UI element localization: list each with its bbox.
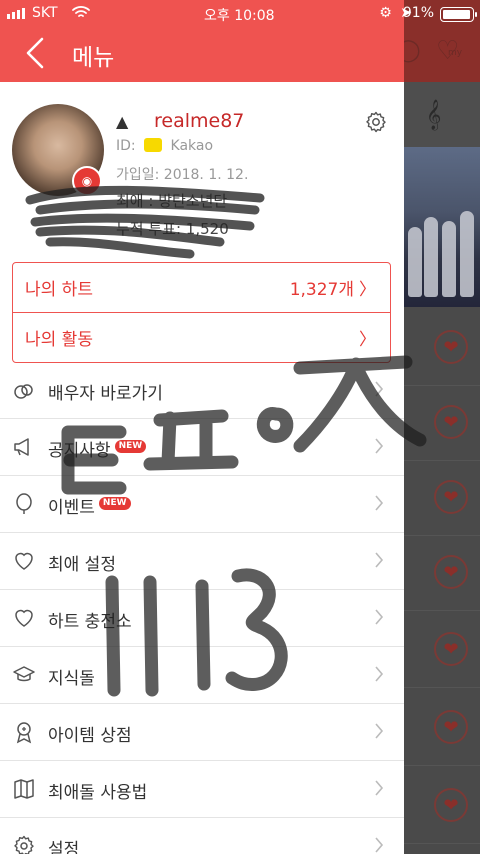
- chevron-right-icon: [375, 381, 384, 397]
- vote-heart-icon: ❤: [434, 710, 468, 744]
- chevron-right-icon: 〉: [359, 280, 376, 300]
- background-row: ❤: [404, 460, 480, 536]
- background-row: ❤: [404, 385, 480, 461]
- level-icon: ▲: [116, 112, 129, 131]
- menu-item-label: 지식돌: [48, 669, 95, 689]
- map-icon: [14, 779, 34, 799]
- graduation-cap-icon: [13, 666, 35, 682]
- background-row: ❤: [404, 768, 480, 844]
- my-activity-label: 나의 활동: [25, 330, 93, 350]
- music-note-icon: 𝄞: [426, 100, 442, 130]
- new-badge: NEW: [98, 497, 131, 510]
- menu-item-event[interactable]: 이벤트 NEW: [0, 476, 404, 533]
- chevron-right-icon: [375, 666, 384, 682]
- gear-icon: [14, 835, 34, 854]
- vote-heart-icon: ❤: [434, 555, 468, 589]
- menu-item-spouse[interactable]: 배우자 바로가기: [0, 362, 404, 419]
- background-row: ❤: [404, 612, 480, 688]
- menu-item-settings[interactable]: 설정: [0, 818, 404, 854]
- chevron-right-icon: 〉: [359, 330, 376, 350]
- drawer-header: 메뉴: [0, 0, 404, 82]
- chevron-right-icon: [375, 837, 384, 853]
- background-row: ❤: [404, 690, 480, 766]
- side-menu-drawer: 메뉴 ◉ ▲ realme87 ID: Kakao 가입일: 2018. 1. …: [0, 0, 404, 854]
- favorite-idol: 최애 : 방탄소년단: [116, 192, 228, 210]
- chevron-right-icon: [375, 495, 384, 511]
- menu-item-label: 최애돌 사용법: [48, 783, 148, 803]
- menu-item-label: 이벤트: [48, 498, 95, 518]
- my-activity-row[interactable]: 나의 활동 〉: [13, 313, 390, 363]
- profile-section: ◉ ▲ realme87 ID: Kakao 가입일: 2018. 1. 12.…: [0, 82, 404, 259]
- vote-heart-icon: ❤: [434, 405, 468, 439]
- menu-item-label: 최애 설정: [48, 555, 116, 575]
- my-hearts-label: 나의 하트: [25, 280, 93, 300]
- menu-item-label-wrap: 공지사항 NEW: [48, 436, 147, 461]
- user-id: ID: Kakao: [116, 138, 213, 154]
- background-row: ❤: [404, 535, 480, 611]
- back-button[interactable]: [20, 36, 50, 70]
- chevron-right-icon: [375, 609, 384, 625]
- chevron-right-icon: [375, 438, 384, 454]
- total-votes: 누적 투표: 1,520: [116, 220, 229, 238]
- background-group-photo: [404, 147, 480, 307]
- menu-item-label: 배우자 바로가기: [48, 384, 163, 404]
- user-id-label: ID:: [116, 138, 136, 154]
- vote-heart-icon: ❤: [434, 330, 468, 364]
- username: realme87: [154, 110, 245, 132]
- menu-item-label-wrap: 이벤트 NEW: [48, 493, 131, 518]
- page-title: 메뉴: [72, 45, 115, 71]
- menu-item-label: 공지사항: [48, 441, 111, 461]
- vote-heart-icon: ❤: [434, 480, 468, 514]
- menu-item-knowledge[interactable]: 지식돌: [0, 647, 404, 704]
- menu-item-label: 하트 충전소: [48, 612, 132, 632]
- my-hearts-count: 1,327개: [289, 280, 354, 300]
- background-row: ❤: [404, 310, 480, 386]
- vote-heart-icon: ❤: [434, 788, 468, 822]
- my-hearts-row[interactable]: 나의 하트 1,327개 〉: [13, 263, 390, 313]
- menu-item-item-shop[interactable]: 아이템 상점: [0, 704, 404, 761]
- heart-outline-icon: [15, 609, 33, 627]
- chevron-right-icon: [375, 552, 384, 568]
- camera-icon[interactable]: ◉: [72, 166, 102, 196]
- new-badge: NEW: [114, 440, 147, 453]
- megaphone-icon: [14, 438, 29, 456]
- background-tab-strip: 𝄞: [404, 82, 480, 147]
- menu-item-label: 아이템 상점: [48, 726, 132, 746]
- join-date: 가입일: 2018. 1. 12.: [116, 167, 249, 183]
- wedding-ring-icon: [14, 384, 33, 399]
- chevron-right-icon: [375, 780, 384, 796]
- user-id-value: Kakao: [170, 138, 214, 154]
- medal-icon: [16, 722, 32, 744]
- vote-heart-icon: ❤: [434, 632, 468, 666]
- my-label: my: [448, 48, 463, 58]
- menu-item-favorite-setting[interactable]: 최애 설정: [0, 533, 404, 590]
- kakao-icon: [144, 138, 163, 152]
- my-summary-box: 나의 하트 1,327개 〉 나의 활동 〉: [12, 262, 391, 363]
- balloon-icon: [16, 493, 32, 514]
- menu-item-notice[interactable]: 공지사항 NEW: [0, 419, 404, 476]
- chevron-right-icon: [375, 723, 384, 739]
- profile-settings-gear-icon[interactable]: [364, 110, 388, 134]
- menu-item-guide[interactable]: 최애돌 사용법: [0, 761, 404, 818]
- menu-item-label: 설정: [48, 840, 80, 854]
- heart-outline-icon: [15, 552, 33, 570]
- menu-item-heart-charge[interactable]: 하트 충전소: [0, 590, 404, 647]
